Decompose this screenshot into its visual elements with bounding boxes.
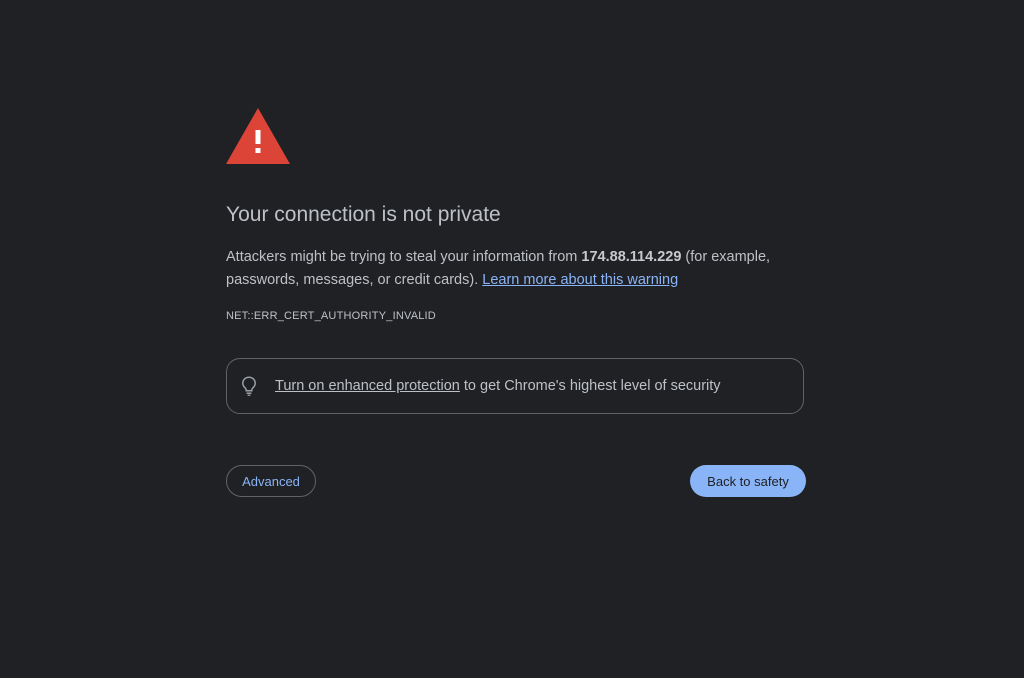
enhanced-protection-suffix: to get Chrome's highest level of securit…: [459, 378, 721, 394]
advanced-button[interactable]: Advanced: [226, 465, 316, 497]
warning-message: Attackers might be trying to steal your …: [226, 246, 816, 292]
host-address: 174.88.114.229: [581, 249, 682, 265]
warning-triangle-icon: [226, 108, 290, 164]
enhanced-protection-promo: Turn on enhanced protection to get Chrom…: [226, 358, 804, 414]
interstitial-page: Your connection is not private Attackers…: [0, 0, 1024, 678]
page-title: Your connection is not private: [226, 203, 501, 226]
enhanced-protection-link[interactable]: Turn on enhanced protection: [275, 378, 460, 394]
error-code: NET::ERR_CERT_AUTHORITY_INVALID: [226, 310, 436, 322]
back-to-safety-button[interactable]: Back to safety: [690, 465, 806, 497]
learn-more-link[interactable]: Learn more about this warning: [482, 272, 678, 288]
message-text-before-host: Attackers might be trying to steal your …: [226, 249, 582, 265]
lightbulb-icon: [242, 376, 256, 396]
enhanced-protection-text: Turn on enhanced protection to get Chrom…: [275, 378, 721, 394]
